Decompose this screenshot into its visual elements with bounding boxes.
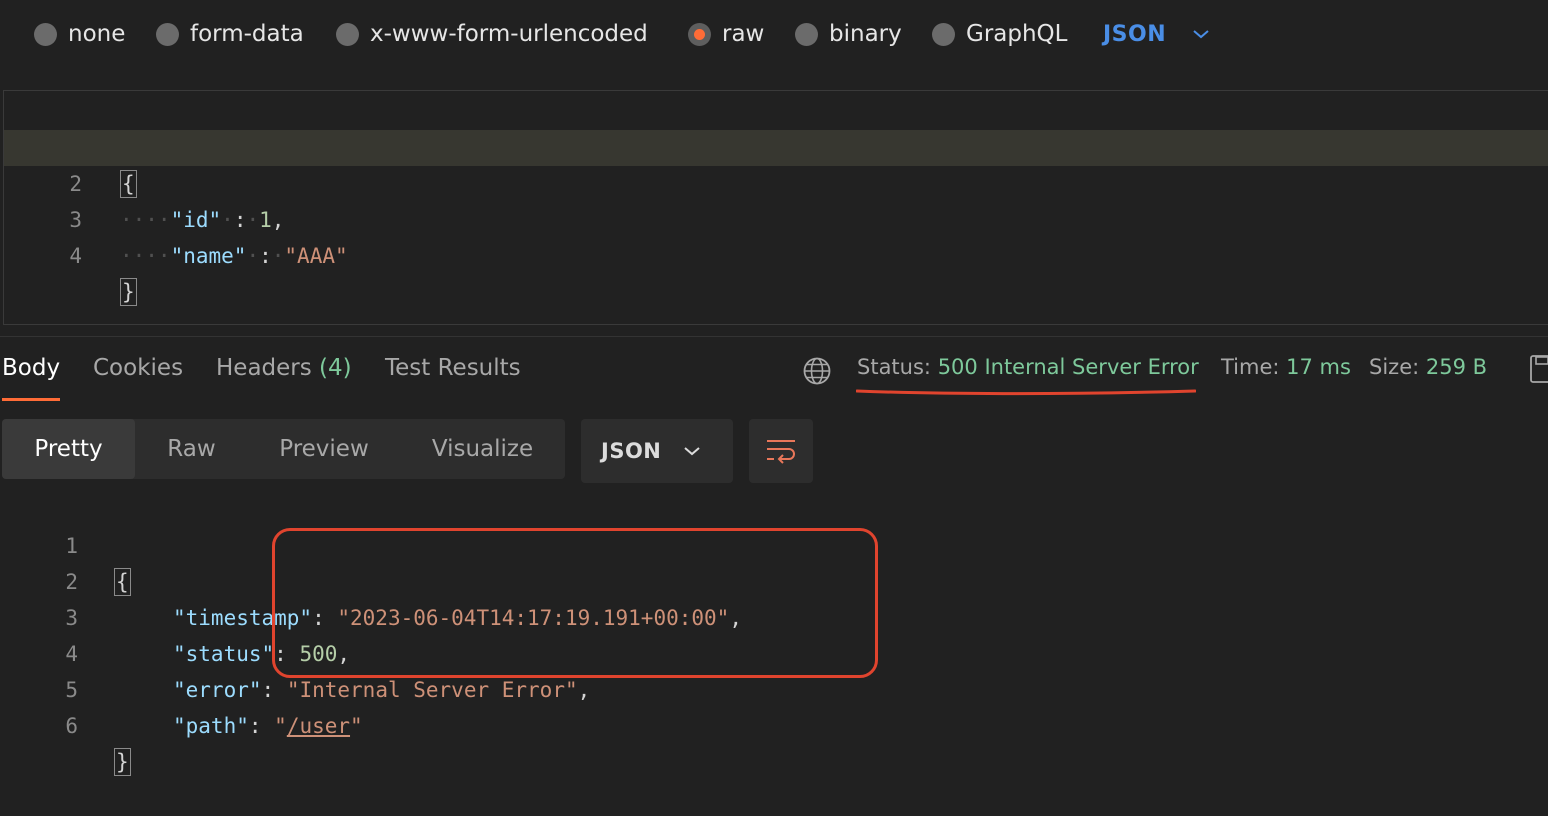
tab-test-results[interactable]: Test Results (385, 355, 521, 381)
code-line-highlighted: 2 ····"id"·:·1, (4, 130, 1548, 232)
radio-label: GraphQL (966, 21, 1068, 47)
radio-x-www-form-urlencoded[interactable]: x-www-form-urlencoded (336, 18, 648, 50)
raw-language-dropdown[interactable]: JSON (1103, 18, 1210, 50)
json-string: "AAA" (284, 244, 348, 268)
time-value: 17 ms (1286, 355, 1351, 379)
status-value: 500 Internal Server Error (937, 355, 1199, 379)
radio-binary[interactable]: binary (795, 18, 902, 50)
line-number: 6 (65, 714, 78, 738)
size-value: 259 B (1425, 355, 1488, 379)
code-line: 1 { (0, 492, 1548, 596)
code-line: 4 } (4, 202, 1548, 306)
tab-body[interactable]: Body (2, 355, 60, 381)
annotation-box (272, 528, 878, 678)
view-pretty-button[interactable]: Pretty (2, 419, 135, 479)
radio-label: raw (722, 21, 765, 47)
radio-label: form-data (190, 21, 304, 47)
time-label: Time: (1221, 355, 1280, 379)
json-key: "name" (170, 244, 247, 268)
status-label: Status: (857, 355, 931, 379)
response-format-dropdown[interactable]: JSON (581, 419, 733, 483)
radio-none[interactable]: none (34, 18, 125, 50)
radio-label: binary (829, 21, 902, 47)
tab-cookies[interactable]: Cookies (93, 355, 183, 381)
tab-headers-label: Headers (216, 355, 312, 381)
radio-button-icon[interactable] (336, 22, 359, 46)
save-icon[interactable] (1530, 355, 1548, 383)
radio-button-selected-icon[interactable] (688, 22, 711, 46)
line-number: 4 (69, 244, 82, 268)
radio-label: x-www-form-urlencoded (370, 21, 648, 47)
globe-icon[interactable] (802, 356, 832, 386)
body-type-selector: none form-data x-www-form-urlencoded raw… (0, 0, 1548, 68)
raw-language-label: JSON (1103, 21, 1167, 47)
chevron-down-icon (1193, 30, 1209, 39)
active-tab-indicator (2, 398, 60, 401)
radio-button-icon[interactable] (34, 22, 57, 46)
json-key: "path" (173, 714, 249, 738)
radio-button-icon[interactable] (932, 22, 955, 46)
code-line: 1 { (4, 94, 1548, 198)
radio-label: none (68, 21, 126, 47)
radio-graphql[interactable]: GraphQL (932, 18, 1067, 50)
tab-headers[interactable]: Headers (4) (216, 355, 352, 381)
response-size[interactable]: Size: 259 B (1369, 355, 1487, 379)
response-format-label: JSON (601, 439, 662, 463)
annotation-underline (856, 389, 1196, 396)
view-preview-button[interactable]: Preview (248, 419, 400, 479)
response-time[interactable]: Time: 17 ms (1221, 355, 1351, 379)
view-visualize-button[interactable]: Visualize (400, 419, 565, 479)
panel-divider[interactable] (0, 336, 1548, 337)
wrap-lines-icon (767, 440, 795, 464)
code-line: 3 ····"name"·:·"AAA" (4, 166, 1548, 268)
json-link[interactable]: /user (287, 714, 350, 738)
size-label: Size: (1369, 355, 1420, 379)
radio-form-data[interactable]: form-data (156, 18, 304, 50)
headers-count: (4) (319, 355, 352, 381)
radio-button-icon[interactable] (795, 22, 818, 46)
response-status[interactable]: Status: 500 Internal Server Error (857, 355, 1199, 379)
radio-raw[interactable]: raw (688, 18, 764, 50)
wrap-lines-button[interactable] (749, 419, 813, 483)
radio-button-icon[interactable] (156, 22, 179, 46)
request-body-editor[interactable]: 1 { 2 ····"id"·:·1, 3 ····"name"·:·"AAA"… (3, 90, 1548, 325)
view-mode-selector: Pretty Raw Preview Visualize (2, 419, 565, 479)
close-brace: } (120, 278, 137, 306)
view-raw-button[interactable]: Raw (135, 419, 248, 479)
chevron-down-icon (684, 447, 701, 456)
close-brace: } (114, 748, 131, 776)
